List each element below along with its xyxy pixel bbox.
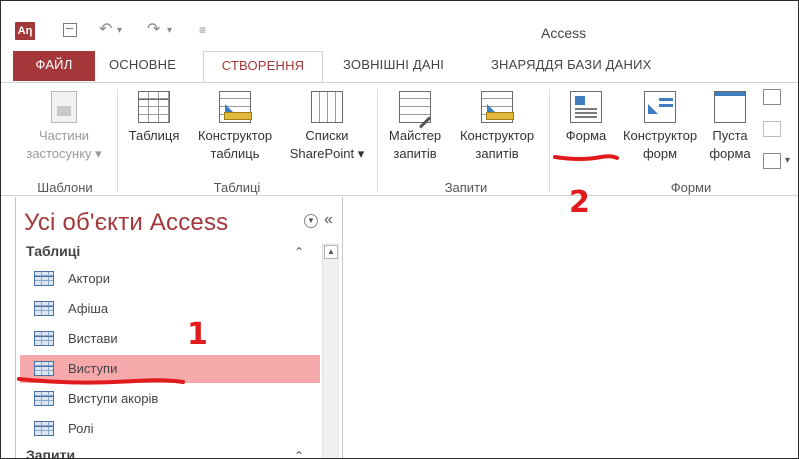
ribbon-create: Частини застосунку ▾ Шаблони Таблиця Кон… [1, 82, 798, 196]
table-button[interactable]: Таблиця [121, 83, 187, 179]
group-label-queries: Запити [444, 180, 488, 195]
query-design-label: Конструктор [459, 128, 535, 143]
group-separator [377, 89, 378, 193]
list-item-label: Актори [68, 271, 111, 286]
collapse-pane-icon[interactable]: « [324, 211, 333, 229]
list-item[interactable]: Виступи акорів [20, 385, 320, 413]
tab-database-tools[interactable]: ЗНАРЯДДЯ БАЗИ ДАНИХ [491, 51, 652, 81]
table-icon [34, 301, 54, 316]
table-icon [138, 91, 170, 123]
form-wizard-icon[interactable] [763, 89, 781, 105]
group-label-templates: Шаблони [37, 180, 93, 195]
scroll-up-icon[interactable]: ▲ [324, 245, 338, 259]
chevron-down-icon[interactable]: ▾ [785, 155, 790, 166]
blank-form-icon [714, 91, 746, 123]
group-label-forms: Форми [670, 180, 712, 195]
form-icon [570, 91, 602, 123]
form-design-label: Конструктор [622, 128, 698, 143]
group-separator [117, 89, 118, 193]
table-design-label: Конструктор [197, 128, 273, 143]
application-parts-icon [51, 91, 77, 123]
annotation-underline-1 [17, 377, 185, 385]
chevron-up-icon[interactable]: ⌃ [294, 245, 304, 259]
table-design-button[interactable]: Конструктор таблиць [187, 83, 283, 179]
chevron-down-icon[interactable]: ▾ [167, 25, 172, 36]
list-item-label: Афіша [68, 301, 109, 316]
nav-menu-dropdown-icon[interactable]: ▼ [304, 214, 318, 228]
table-icon [34, 391, 54, 406]
title-bar: Aη ↶ ▾ ↷ ▾ ≡ Access [1, 1, 798, 45]
query-design-label-2: запитів [475, 146, 519, 161]
section-queries[interactable]: Запити [26, 447, 75, 458]
table-design-label-2: таблиць [210, 146, 260, 161]
ribbon-tabs: ФАЙЛ ОСНОВНЕ СТВОРЕННЯ ЗОВНІШНІ ДАНІ ЗНА… [1, 45, 798, 83]
sharepoint-lists-button[interactable]: Списки SharePoint ▾ [283, 83, 371, 179]
access-app-icon[interactable]: Aη [15, 22, 35, 40]
chevron-down-icon[interactable]: ▾ [117, 25, 122, 36]
list-item-label: Виступи акорів [68, 391, 159, 406]
form-design-icon [644, 91, 676, 123]
navigation-icon[interactable] [763, 121, 781, 137]
redo-icon[interactable]: ↷ [147, 19, 160, 39]
more-forms-icon[interactable] [763, 153, 781, 169]
table-label: Таблиця [128, 128, 180, 143]
form-design-button[interactable]: Конструктор форм [613, 83, 707, 179]
list-item[interactable]: Актори [20, 265, 320, 293]
tab-external-data[interactable]: ЗОВНІШНІ ДАНІ [343, 51, 444, 81]
window-title: Access [541, 25, 587, 41]
sharepoint-list-icon [311, 91, 343, 123]
navigation-pane: Усі об'єкти Access ▼ « Таблиці ⌃ Актори … [15, 197, 343, 458]
list-item[interactable]: Ролі [20, 415, 320, 443]
sharepoint-lists-label: Списки [305, 128, 349, 143]
list-item-label: Ролі [68, 421, 94, 436]
form-label: Форма [565, 128, 607, 143]
blank-form-button[interactable]: Пуста форма [705, 83, 755, 179]
application-parts-label: Частини [38, 128, 90, 143]
blank-form-label-2: форма [709, 146, 751, 161]
table-icon [34, 271, 54, 286]
group-label-tables: Таблиці [213, 180, 261, 195]
group-separator [549, 89, 550, 193]
customize-qat-icon[interactable]: ≡ [199, 23, 206, 37]
save-icon[interactable] [63, 23, 77, 37]
table-design-icon [219, 91, 252, 123]
list-item-label: Вистави [68, 331, 118, 346]
blank-form-label: Пуста [712, 128, 748, 143]
list-item[interactable]: Афіша [20, 295, 320, 323]
annotation-number-1: 1 [187, 317, 208, 352]
section-tables[interactable]: Таблиці [26, 243, 80, 259]
table-icon [34, 331, 54, 346]
query-wizard-label-2: запитів [393, 146, 437, 161]
query-design-button[interactable]: Конструктор запитів [449, 83, 545, 179]
annotation-number-2: 2 [569, 185, 590, 220]
undo-icon[interactable]: ↶ [99, 19, 112, 39]
nav-scrollbar[interactable]: ▲ [322, 243, 339, 458]
document-workspace [349, 197, 798, 458]
sharepoint-lists-label-2: SharePoint ▾ [289, 146, 365, 161]
form-design-label-2: форм [642, 146, 678, 161]
annotation-underline-2 [553, 154, 619, 161]
query-wizard-label: Майстер [388, 128, 442, 143]
table-icon [34, 421, 54, 436]
nav-pane-title[interactable]: Усі об'єкти Access [24, 209, 228, 237]
list-item[interactable]: Вистави [20, 325, 320, 353]
access-window: Aη ↶ ▾ ↷ ▾ ≡ Access ФАЙЛ ОСНОВНЕ СТВОРЕН… [0, 0, 799, 459]
query-design-icon [481, 91, 514, 123]
tab-file[interactable]: ФАЙЛ [13, 51, 95, 81]
tab-create[interactable]: СТВОРЕННЯ [203, 51, 323, 83]
query-wizard-icon [399, 91, 431, 123]
chevron-up-icon[interactable]: ⌃ [294, 449, 304, 458]
tab-home[interactable]: ОСНОВНЕ [109, 51, 176, 81]
application-parts-button[interactable]: Частини застосунку ▾ [21, 83, 107, 179]
application-parts-label-2: застосунку ▾ [26, 146, 102, 161]
query-wizard-button[interactable]: Майстер запитів [381, 83, 449, 179]
